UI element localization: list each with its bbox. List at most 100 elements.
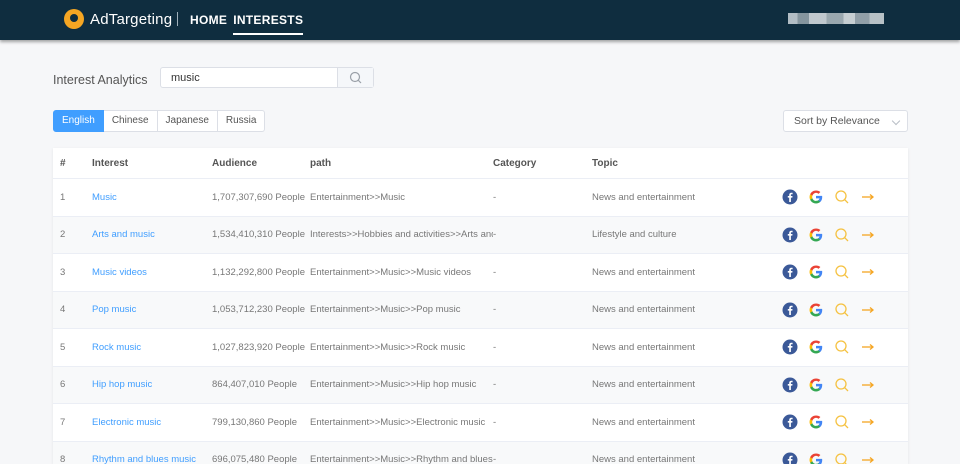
col-num: # [60, 157, 66, 169]
facebook-icon[interactable] [782, 414, 798, 430]
row-actions [782, 264, 908, 280]
category-value: - [493, 304, 497, 316]
sort-value: Sort by Relevance [794, 115, 880, 127]
search-icon[interactable] [834, 264, 850, 280]
row-actions [782, 339, 908, 355]
search-button[interactable] [337, 68, 373, 87]
interest-link[interactable]: Music [92, 192, 212, 203]
facebook-icon[interactable] [782, 302, 798, 318]
path-value: Entertainment>>Music [310, 191, 406, 203]
google-icon[interactable] [808, 264, 824, 280]
interest-link[interactable]: Electronic music [92, 417, 212, 428]
interest-link[interactable]: Pop music [92, 304, 212, 315]
table-row[interactable]: 7 Electronic music 799,130,860 People Enter… [53, 404, 908, 442]
path-value: Entertainment>>Music>>Music videos [310, 266, 472, 278]
arrow-right-icon[interactable] [860, 302, 876, 318]
audience-value: 696,075,480 People [212, 454, 298, 464]
row-number: 3 [60, 266, 66, 278]
path-value: Entertainment>>Music>>Electronic music [310, 416, 486, 428]
arrow-right-icon[interactable] [860, 377, 876, 393]
nav-home[interactable]: HOME [190, 13, 227, 35]
page-title: Interest Analytics [53, 73, 148, 87]
interest-link[interactable]: Rhythm and blues music [92, 454, 212, 464]
search-icon[interactable] [834, 452, 850, 464]
facebook-icon[interactable] [782, 339, 798, 355]
search-icon[interactable] [834, 227, 850, 243]
audience-value: 864,407,010 People [212, 379, 298, 391]
search-icon [349, 71, 361, 83]
google-icon[interactable] [808, 302, 824, 318]
arrow-right-icon[interactable] [860, 452, 876, 464]
table-body: 1 Music 1,707,307,690 People Entertainment>… [53, 179, 908, 464]
facebook-icon[interactable] [782, 264, 798, 280]
category-value: - [493, 229, 497, 241]
arrow-right-icon[interactable] [860, 227, 876, 243]
row-actions [782, 414, 908, 430]
table-row[interactable]: 4 Pop music 1,053,712,230 People Entertainm… [53, 291, 908, 329]
google-icon[interactable] [808, 227, 824, 243]
arrow-right-icon[interactable] [860, 189, 876, 205]
google-icon[interactable] [808, 377, 824, 393]
table-row[interactable]: 2 Arts and music 1,534,410,310 People Inter… [53, 216, 908, 254]
google-icon[interactable] [808, 452, 824, 464]
interests-table: # Interest Audience path Category Topic … [53, 148, 908, 464]
tab-english[interactable]: English [53, 110, 104, 132]
audience-value: 1,053,712,230 People [212, 304, 305, 316]
nav-divider [177, 12, 178, 26]
search-icon[interactable] [834, 302, 850, 318]
table-row[interactable]: 3 Music videos 1,132,292,800 People Enterta… [53, 254, 908, 292]
topic-value: News and entertainment [592, 304, 695, 316]
google-icon[interactable] [808, 414, 824, 430]
col-interest: Interest [92, 157, 129, 169]
facebook-icon[interactable] [782, 227, 798, 243]
search-input[interactable] [161, 68, 337, 87]
row-number: 4 [60, 304, 66, 316]
table-row[interactable]: 8 Rhythm and blues music 696,075,480 Peopl… [53, 441, 908, 464]
interest-link[interactable]: Rock music [92, 342, 212, 353]
row-number: 7 [60, 416, 66, 428]
facebook-icon[interactable] [782, 189, 798, 205]
path-value: Entertainment>>Music>>Pop music [310, 304, 461, 316]
google-icon[interactable] [808, 189, 824, 205]
brand-name: AdTargeting [90, 10, 173, 28]
main-nav: HOME INTERESTS [190, 13, 304, 35]
col-topic: Topic [592, 157, 618, 169]
search-icon[interactable] [834, 377, 850, 393]
arrow-right-icon[interactable] [860, 339, 876, 355]
nav-interests[interactable]: INTERESTS [233, 13, 304, 35]
col-path: path [310, 157, 332, 169]
interest-link[interactable]: Arts and music [92, 229, 212, 240]
topic-value: News and entertainment [592, 416, 695, 428]
sort-dropdown[interactable]: Sort by Relevance [783, 110, 908, 132]
search-box [160, 67, 374, 88]
path-value: Entertainment>>Music>>Hip hop music [310, 379, 477, 391]
user-account-blurred[interactable] [788, 13, 884, 24]
row-number: 1 [60, 191, 66, 203]
tab-russia[interactable]: Russia [217, 110, 266, 132]
col-audience: Audience [212, 157, 258, 169]
path-value: Entertainment>>Music>>Rock music [310, 341, 466, 353]
search-icon[interactable] [834, 189, 850, 205]
search-icon[interactable] [834, 339, 850, 355]
table-header: # Interest Audience path Category Topic [53, 148, 908, 179]
table-row[interactable]: 5 Rock music 1,027,823,920 People Entertain… [53, 329, 908, 367]
arrow-right-icon[interactable] [860, 264, 876, 280]
category-value: - [493, 454, 497, 464]
table-row[interactable]: 6 Hip hop music 864,407,010 People Entertai… [53, 366, 908, 404]
tab-japanese[interactable]: Japanese [157, 110, 218, 132]
brand-logo[interactable]: AdTargeting [64, 9, 172, 29]
chevron-down-icon [891, 116, 901, 126]
table-row[interactable]: 1 Music 1,707,307,690 People Entertainment>… [53, 179, 908, 217]
top-navbar: AdTargeting HOME INTERESTS [0, 0, 960, 40]
search-icon[interactable] [834, 414, 850, 430]
topic-value: News and entertainment [592, 341, 695, 353]
interest-link[interactable]: Music videos [92, 267, 212, 278]
arrow-right-icon[interactable] [860, 414, 876, 430]
facebook-icon[interactable] [782, 452, 798, 464]
category-value: - [493, 379, 497, 391]
google-icon[interactable] [808, 339, 824, 355]
facebook-icon[interactable] [782, 377, 798, 393]
row-actions [782, 377, 908, 393]
tab-chinese[interactable]: Chinese [103, 110, 158, 132]
interest-link[interactable]: Hip hop music [92, 379, 212, 390]
